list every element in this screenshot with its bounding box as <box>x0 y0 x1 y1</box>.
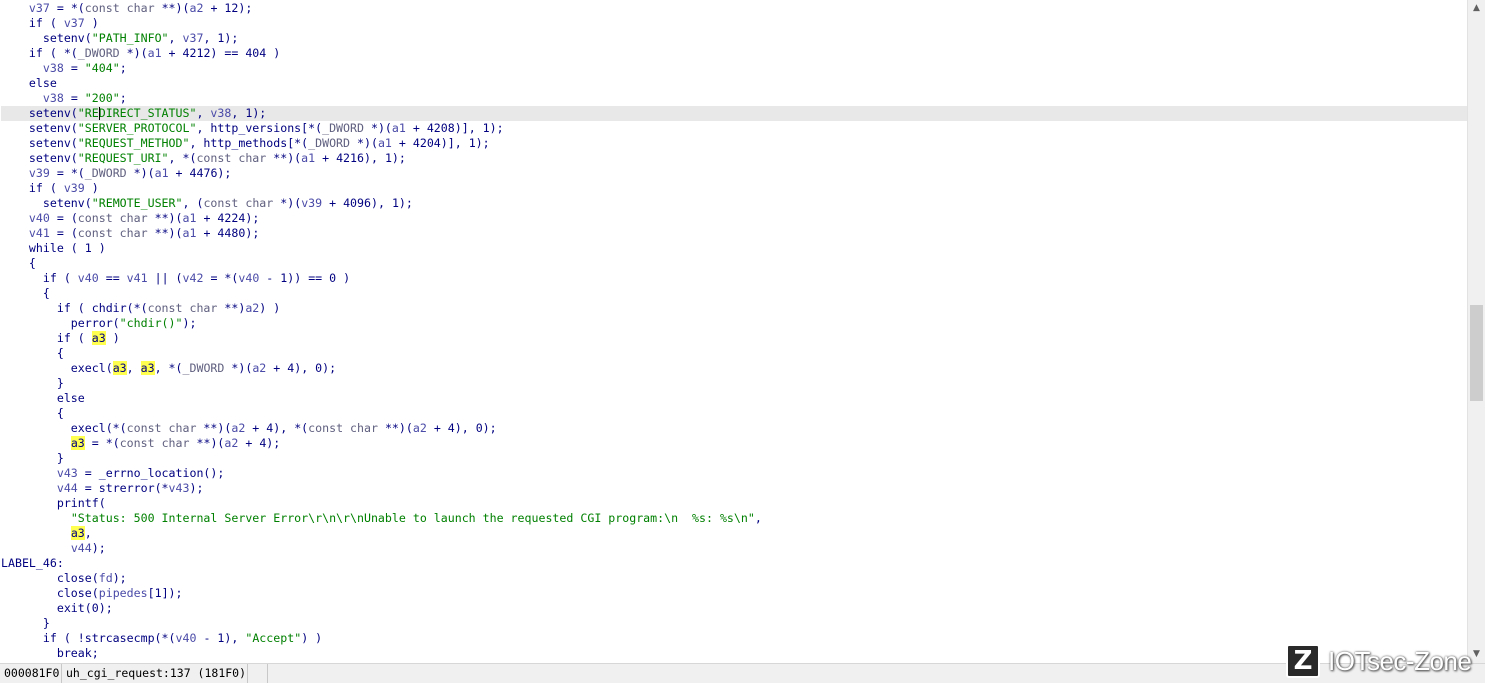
code-line[interactable]: v37 = *(const char **)(a2 + 12); <box>1 1 1467 16</box>
code-line[interactable]: a3, <box>1 526 1467 541</box>
code-line[interactable]: if ( v37 ) <box>1 16 1467 31</box>
code-line[interactable]: setenv("REQUEST_URI", *(const char **)(a… <box>1 151 1467 166</box>
code-line[interactable]: if ( !strcasecmp(*(v40 - 1), "Accept") ) <box>1 631 1467 646</box>
code-line[interactable]: { <box>1 286 1467 301</box>
code-line[interactable]: setenv("REMOTE_USER", (const char *)(v39… <box>1 196 1467 211</box>
code-line[interactable]: while ( 1 ) <box>1 241 1467 256</box>
text-caret <box>99 107 100 120</box>
code-line[interactable]: v38 = "404"; <box>1 61 1467 76</box>
code-line[interactable]: setenv("REDIRECT_STATUS", v38, 1); <box>1 106 1467 121</box>
code-line[interactable]: v44 = strerror(*v43); <box>1 481 1467 496</box>
status-empty-cell <box>248 664 268 683</box>
code-line[interactable]: v41 = (const char **)(a1 + 4480); <box>1 226 1467 241</box>
code-line[interactable]: } <box>1 451 1467 466</box>
code-line[interactable]: v40 = (const char **)(a1 + 4224); <box>1 211 1467 226</box>
code-line[interactable]: else <box>1 76 1467 91</box>
code-line[interactable]: } <box>1 376 1467 391</box>
status-function-location: uh_cgi_request:137 (181F0) <box>62 664 248 683</box>
code-line[interactable]: if ( v39 ) <box>1 181 1467 196</box>
code-line[interactable]: execl(*(const char **)(a2 + 4), *(const … <box>1 421 1467 436</box>
code-line[interactable]: a3 = *(const char **)(a2 + 4); <box>1 436 1467 451</box>
code-line[interactable]: close(pipedes[1]); <box>1 586 1467 601</box>
code-line[interactable]: LABEL_46: <box>1 556 1467 571</box>
code-line[interactable]: else <box>1 391 1467 406</box>
code-line[interactable]: } <box>1 616 1467 631</box>
pseudocode-view[interactable]: v37 = *(const char **)(a2 + 12); if ( v3… <box>1 1 1467 663</box>
code-line[interactable]: perror("chdir()"); <box>1 316 1467 331</box>
code-line[interactable]: v39 = *(_DWORD *)(a1 + 4476); <box>1 166 1467 181</box>
code-line[interactable]: if ( a3 ) <box>1 331 1467 346</box>
code-line[interactable]: if ( chdir(*(const char **)a2) ) <box>1 301 1467 316</box>
scrollbar-thumb[interactable] <box>1470 305 1483 401</box>
vertical-scrollbar[interactable]: ▲ ▼ <box>1467 0 1485 663</box>
code-line[interactable]: printf( <box>1 496 1467 511</box>
scroll-up-icon[interactable]: ▲ <box>1468 0 1485 17</box>
code-line[interactable]: { <box>1 256 1467 271</box>
code-line[interactable]: { <box>1 406 1467 421</box>
code-line[interactable]: setenv("SERVER_PROTOCOL", http_versions[… <box>1 121 1467 136</box>
code-line[interactable]: execl(a3, a3, *(_DWORD *)(a2 + 4), 0); <box>1 361 1467 376</box>
code-line[interactable]: setenv("PATH_INFO", v37, 1); <box>1 31 1467 46</box>
code-line[interactable]: break; <box>1 646 1467 661</box>
code-line[interactable]: { <box>1 346 1467 361</box>
code-line[interactable]: exit(0); <box>1 601 1467 616</box>
code-line[interactable]: if ( *(_DWORD *)(a1 + 4212) == 404 ) <box>1 46 1467 61</box>
code-line[interactable]: close(fd); <box>1 571 1467 586</box>
watermark-logo-icon: Z <box>1286 644 1320 678</box>
status-address: 000081F0 <box>0 664 62 683</box>
code-line[interactable]: v44); <box>1 541 1467 556</box>
code-line[interactable]: if ( v40 == v41 || (v42 = *(v40 - 1)) ==… <box>1 271 1467 286</box>
status-bar: 000081F0 uh_cgi_request:137 (181F0) <box>0 663 1485 683</box>
code-line[interactable]: v38 = "200"; <box>1 91 1467 106</box>
watermark-text: IOTsec-Zone <box>1328 645 1472 676</box>
code-line[interactable]: v43 = _errno_location(); <box>1 466 1467 481</box>
code-line[interactable]: "Status: 500 Internal Server Error\r\n\r… <box>1 511 1467 526</box>
code-line[interactable]: setenv("REQUEST_METHOD", http_methods[*(… <box>1 136 1467 151</box>
watermark: Z IOTsec-Zone <box>1286 641 1472 681</box>
